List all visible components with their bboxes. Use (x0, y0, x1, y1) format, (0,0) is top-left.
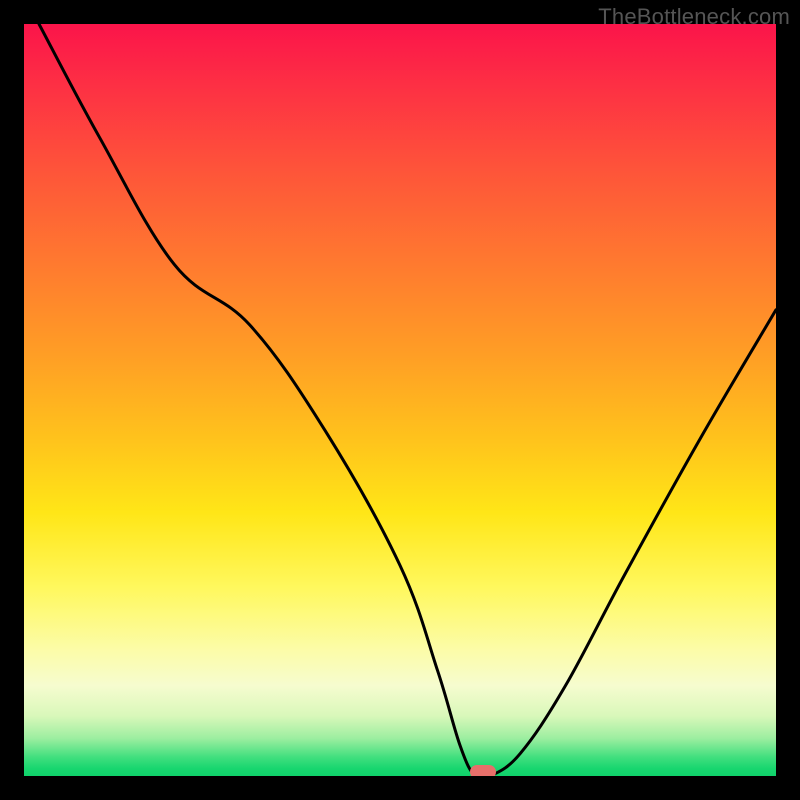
chart-frame: TheBottleneck.com (0, 0, 800, 800)
bottleneck-curve (24, 24, 776, 776)
watermark-text: TheBottleneck.com (598, 4, 790, 30)
optimal-marker (470, 765, 496, 776)
plot-area (24, 24, 776, 776)
